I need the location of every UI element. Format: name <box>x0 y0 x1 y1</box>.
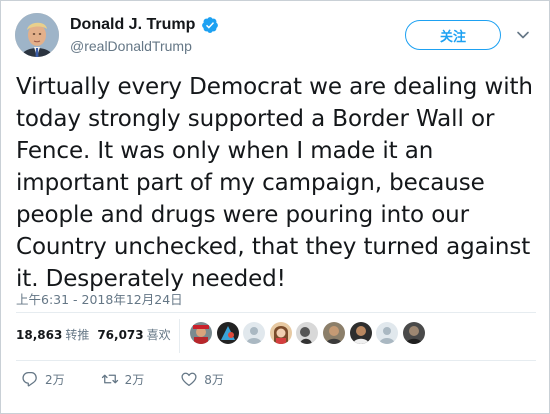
author-photo-icon <box>15 13 59 57</box>
chevron-down-icon[interactable] <box>515 27 531 43</box>
retweet-label: 转推 <box>65 328 90 342</box>
like-button[interactable]: 8万 <box>180 370 224 388</box>
follow-button[interactable]: 关注 <box>405 20 501 50</box>
liker-avatar-6[interactable] <box>322 322 345 344</box>
retweet-icon <box>101 374 118 384</box>
default-avatar-icon <box>243 322 266 344</box>
author-display-name[interactable]: Donald J. Trump <box>70 16 195 34</box>
stats-separator <box>179 319 180 353</box>
liker-avatar-4[interactable] <box>269 322 292 344</box>
like-action-count: 8万 <box>204 372 224 387</box>
tweet-timestamp[interactable]: 上午6:31 - 2018年12月24日 <box>16 289 183 308</box>
liker-avatar-5[interactable] <box>296 322 319 344</box>
liker-avatar-8[interactable] <box>376 322 399 344</box>
retweet-action-count: 2万 <box>124 372 145 387</box>
verified-badge-icon <box>202 17 219 33</box>
default-avatar-icon <box>376 322 399 344</box>
liker-avatar-7[interactable] <box>349 322 372 344</box>
divider <box>16 360 536 361</box>
author-avatar[interactable] <box>15 13 59 57</box>
tweet-actions: 2万 2万 8万 <box>21 370 224 388</box>
heart-icon <box>181 372 197 387</box>
retweet-button[interactable]: 2万 <box>101 370 145 388</box>
liker-avatar-3[interactable] <box>243 322 266 344</box>
reply-icon <box>22 371 37 387</box>
author-name-row: Donald J. Trump <box>70 16 219 34</box>
liker-avatar-9[interactable] <box>402 322 425 344</box>
tweet-stats: 18,863 转推 76,073 喜欢 <box>16 326 179 343</box>
author-handle[interactable]: @realDonaldTrump <box>70 38 192 54</box>
tweet-text: Virtually every Democrat we are dealing … <box>16 74 533 292</box>
like-count[interactable]: 76,073 <box>97 328 143 342</box>
divider <box>16 312 536 313</box>
liker-avatar-2[interactable] <box>216 322 239 344</box>
reply-button[interactable]: 2万 <box>21 370 65 388</box>
liker-avatar-1[interactable] <box>190 322 212 344</box>
retweet-count[interactable]: 18,863 <box>16 328 62 342</box>
tweet-card: Donald J. Trump @realDonaldTrump 关注 Virt… <box>0 0 550 414</box>
like-label: 喜欢 <box>146 328 171 342</box>
liker-avatars <box>190 322 429 344</box>
reply-count: 2万 <box>45 372 65 387</box>
